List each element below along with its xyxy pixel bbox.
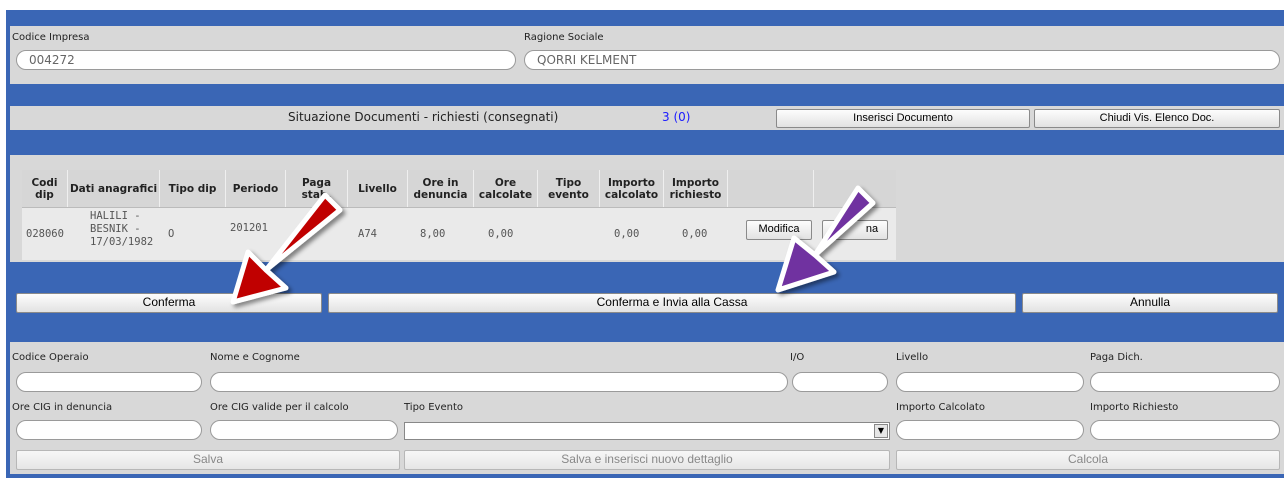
annotation-overlay xyxy=(230,185,876,305)
purple-arrow-icon xyxy=(775,185,876,293)
red-arrow-icon xyxy=(230,192,343,305)
